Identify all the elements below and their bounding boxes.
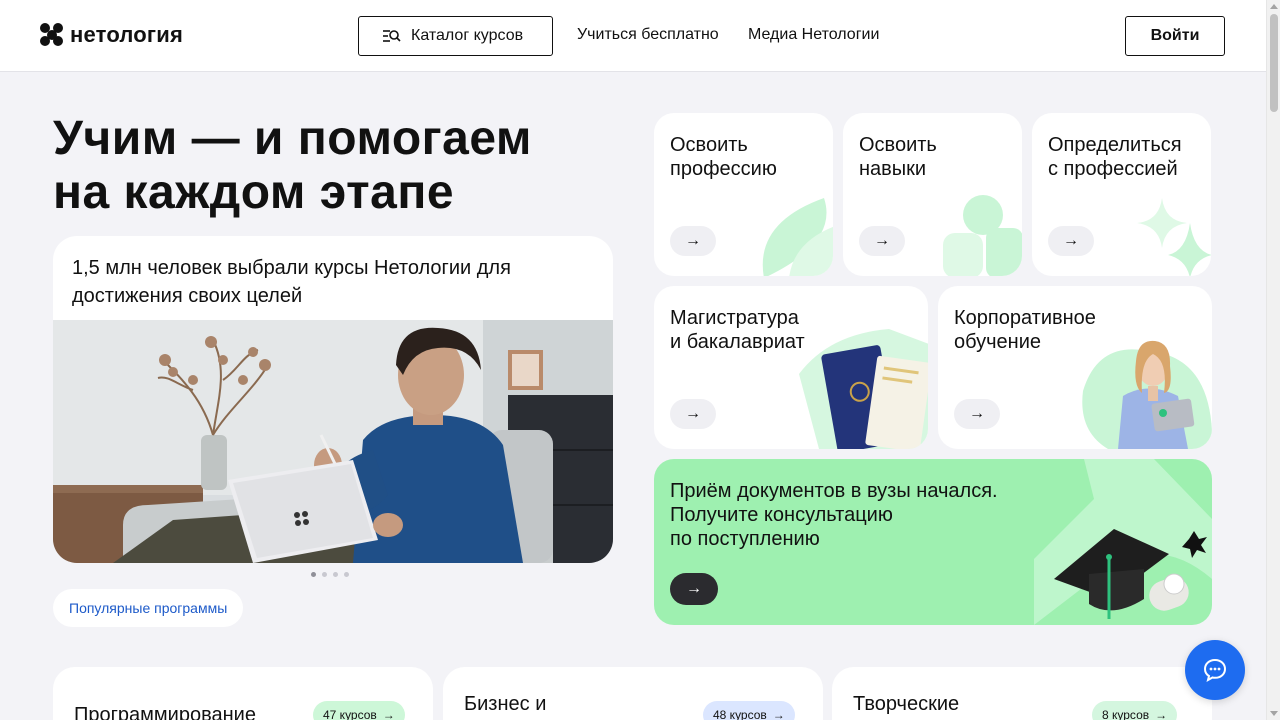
arrow-right-icon[interactable]: →: [1048, 226, 1094, 256]
category-title: Творческие: [853, 693, 960, 715]
scroll-thumb[interactable]: [1270, 14, 1278, 112]
catalog-button[interactable]: Каталог курсов: [358, 16, 553, 56]
tile-magistracy-title: Магистратура и бакалавриат: [670, 307, 805, 353]
tile-magistracy[interactable]: Магистратура и бакалавриат →: [654, 286, 928, 449]
site-header: нетология Каталог курсов Учиться бесплат…: [0, 0, 1266, 72]
tile-admission-title: Приём документов в вузы начался. Получит…: [670, 480, 998, 550]
scrollbar[interactable]: [1266, 0, 1280, 720]
menu-search-icon: [383, 30, 401, 42]
arrow-right-icon[interactable]: →: [954, 399, 1000, 429]
hero-title-line2: на каждом этапе: [53, 166, 455, 219]
course-count-badge[interactable]: 47 курсов →: [313, 701, 405, 720]
arrow-right-icon: →: [772, 708, 785, 720]
logo-icon: [40, 23, 64, 47]
carousel-dot[interactable]: [322, 572, 327, 577]
carousel-dot[interactable]: [333, 572, 338, 577]
arrow-right-icon[interactable]: →: [670, 573, 718, 605]
category-title: Бизнес и: [464, 693, 547, 715]
tile-admission[interactable]: Приём документов в вузы начался. Получит…: [654, 459, 1212, 625]
category-creative[interactable]: Творческие 8 курсов →: [832, 667, 1212, 720]
employee-art-icon: [1082, 340, 1212, 449]
tile-corporate[interactable]: Корпоративное обучение →: [938, 286, 1212, 449]
arrow-right-icon[interactable]: →: [670, 226, 716, 256]
graduation-art-icon: [1034, 459, 1212, 625]
scroll-down-icon[interactable]: [1270, 711, 1278, 716]
arrow-right-icon[interactable]: →: [859, 226, 905, 256]
shapes-art-icon: [943, 195, 1022, 276]
hero-title: Учим — и помогаем на каждом этапе: [53, 112, 613, 220]
category-business[interactable]: Бизнес и 48 курсов →: [443, 667, 823, 720]
arrow-right-icon[interactable]: →: [670, 399, 716, 429]
promo-card[interactable]: 1,5 млн человек выбрали курсы Нетологии …: [53, 236, 613, 563]
leaf-art-icon: [762, 198, 833, 276]
course-count-badge[interactable]: 48 курсов →: [703, 701, 795, 720]
login-button[interactable]: Войти: [1125, 16, 1225, 56]
hero-title-line1: Учим — и помогаем: [53, 112, 532, 165]
tile-corporate-title: Корпоративное обучение: [954, 307, 1096, 353]
category-title: Программирование: [74, 704, 256, 720]
chat-button[interactable]: [1185, 640, 1245, 700]
diploma-art-icon: [799, 329, 928, 449]
carousel-dot[interactable]: [344, 572, 349, 577]
category-programming[interactable]: Программирование 47 курсов →: [53, 667, 433, 720]
student-photo: [53, 320, 613, 563]
course-count-badge[interactable]: 8 курсов →: [1092, 701, 1178, 720]
carousel-dot[interactable]: [311, 572, 316, 577]
logo[interactable]: нетология: [40, 22, 183, 48]
popular-programs-link[interactable]: Популярные программы: [53, 589, 244, 627]
tile-profession-title: Освоить профессию: [670, 134, 777, 180]
tile-define-profession[interactable]: Определиться с профессией →: [1032, 113, 1211, 276]
tile-define-title: Определиться с профессией: [1048, 134, 1182, 180]
nav-media[interactable]: Медиа Нетологии: [748, 26, 879, 44]
arrow-right-icon: →: [382, 708, 395, 720]
sparkle-art-icon: [1137, 198, 1211, 276]
chat-icon: [1203, 658, 1227, 682]
promo-card-text: 1,5 млн человек выбрали курсы Нетологии …: [72, 257, 511, 307]
arrow-right-icon: →: [1155, 708, 1168, 720]
scroll-up-icon[interactable]: [1270, 4, 1278, 9]
nav-free-learning[interactable]: Учиться бесплатно: [577, 26, 719, 44]
catalog-label: Каталог курсов: [411, 27, 524, 44]
carousel-dots[interactable]: [311, 572, 349, 577]
tile-skills-title: Освоить навыки: [859, 134, 937, 180]
logo-text: нетология: [70, 22, 184, 47]
tile-profession[interactable]: Освоить профессию →: [654, 113, 833, 276]
tile-skills[interactable]: Освоить навыки →: [843, 113, 1022, 276]
